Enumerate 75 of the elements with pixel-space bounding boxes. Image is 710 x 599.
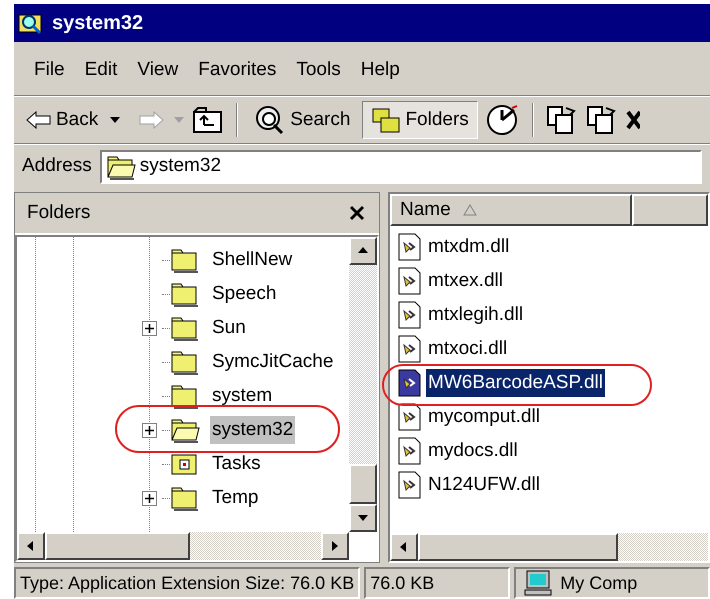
scroll-left-button[interactable]	[17, 532, 45, 560]
scroll-thumb[interactable]	[45, 532, 190, 560]
dll-file-icon	[398, 369, 422, 397]
file-name[interactable]: mycomput.dll	[426, 402, 542, 432]
folder-icon	[170, 349, 200, 375]
status-bar-panel: Type: Application Extension Size: 76.0 KB	[14, 567, 360, 599]
dll-file-icon	[398, 335, 422, 363]
expand-icon[interactable]	[142, 422, 157, 438]
expand-icon[interactable]	[142, 320, 157, 336]
folder-tree-item[interactable]: Temp	[210, 484, 260, 512]
file-name[interactable]: MW6BarcodeASP.dll	[426, 368, 605, 398]
menu-item[interactable]: Help	[352, 56, 408, 85]
window-title: system32	[52, 11, 144, 36]
folder-icon	[170, 383, 200, 409]
panel-title: Folders	[26, 200, 90, 225]
sort-ascending-icon	[462, 204, 477, 216]
file-name[interactable]: N124UFW.dll	[426, 470, 542, 500]
dll-file-icon	[398, 437, 422, 465]
menu-item[interactable]: File	[26, 56, 73, 85]
vertical-scrollbar[interactable]	[349, 237, 377, 532]
close-icon[interactable]	[349, 205, 365, 221]
dll-file-icon	[398, 471, 422, 499]
folder-tree-item[interactable]: ShellNew	[210, 246, 294, 274]
up-folder-icon[interactable]	[192, 106, 224, 134]
scroll-up-button[interactable]	[349, 237, 377, 265]
horizontal-scrollbar[interactable]	[390, 533, 708, 561]
copy-to-icon[interactable]	[586, 105, 618, 135]
open-folder-icon	[170, 417, 200, 443]
menu-item[interactable]: View	[129, 56, 186, 85]
folder-icon	[170, 315, 200, 341]
folder-tree-item[interactable]: SymcJitCache	[210, 348, 336, 376]
menu-item[interactable]: Favorites	[190, 56, 284, 85]
folder-tree-item[interactable]: system32	[210, 416, 296, 444]
folder-tree-item[interactable]: Sun	[210, 314, 248, 342]
folder-icon	[170, 485, 200, 511]
dll-file-icon	[398, 233, 422, 261]
scroll-left-button[interactable]	[390, 533, 418, 561]
status-zone-text: My Comp	[560, 572, 638, 595]
computer-icon	[524, 570, 552, 596]
dll-file-icon	[398, 301, 422, 329]
horizontal-scrollbar[interactable]	[17, 532, 349, 560]
dropdown-caret-icon[interactable]	[110, 117, 120, 123]
column-header[interactable]: Name	[390, 194, 632, 226]
open-folder-icon	[106, 154, 136, 180]
dll-file-icon	[398, 267, 422, 295]
folder-icon	[170, 281, 200, 307]
scroll-down-button[interactable]	[349, 504, 377, 532]
back-button[interactable]: Back	[22, 106, 102, 134]
file-name[interactable]: mtxoci.dll	[426, 334, 510, 364]
file-name[interactable]: mtxlegih.dll	[426, 300, 526, 330]
expand-icon[interactable]	[142, 490, 157, 506]
folder-tree-item[interactable]: system	[210, 382, 274, 410]
menu-item[interactable]: Edit	[76, 56, 126, 85]
dll-file-icon	[398, 403, 422, 431]
file-name[interactable]: mtxex.dll	[426, 266, 505, 296]
folder-tree-item[interactable]: Tasks	[210, 450, 263, 478]
folder-icon	[170, 247, 200, 273]
address-field[interactable]: system32	[100, 150, 702, 184]
file-name[interactable]: mydocs.dll	[426, 436, 520, 466]
scroll-thumb[interactable]	[418, 533, 618, 561]
folders-icon	[371, 106, 402, 134]
back-arrow-icon	[26, 111, 52, 129]
file-name[interactable]: mtxdm.dll	[426, 232, 512, 262]
move-to-icon[interactable]	[546, 105, 578, 135]
address-label: Address	[22, 154, 92, 178]
scroll-thumb[interactable]	[349, 464, 377, 504]
folders-button[interactable]: Folders	[362, 101, 478, 139]
column-header[interactable]	[632, 194, 708, 226]
scroll-right-button[interactable]	[321, 532, 349, 560]
history-icon[interactable]	[486, 104, 520, 136]
status-bar-panel: 76.0 KB	[364, 567, 510, 599]
folder-tree-item[interactable]: Speech	[210, 280, 278, 308]
search-button[interactable]: Search	[250, 105, 354, 135]
delete-icon[interactable]	[626, 108, 640, 132]
menu-item[interactable]: Tools	[288, 56, 349, 85]
